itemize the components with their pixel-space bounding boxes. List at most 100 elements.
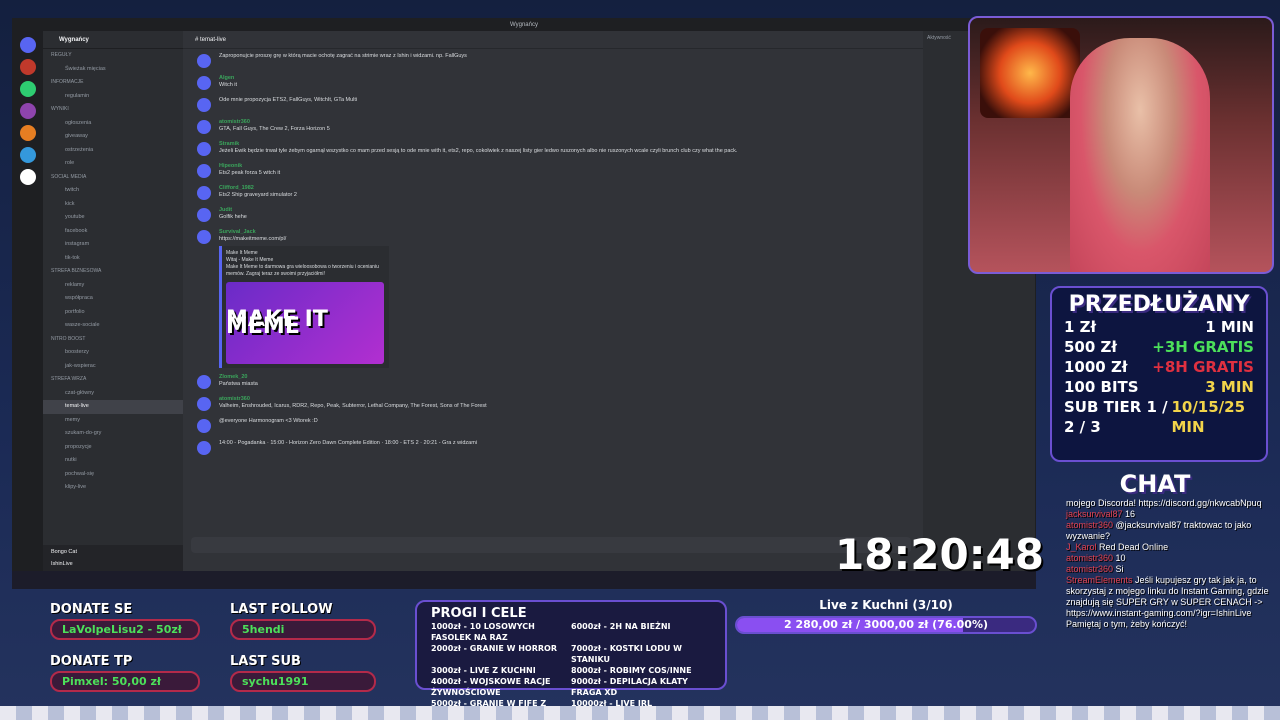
channel-item[interactable]: instagram	[43, 238, 183, 252]
avatar[interactable]	[197, 186, 211, 200]
promo-amount: 1000 Zł	[1064, 358, 1128, 376]
message-text: Zaproponujcie proszę grę w którą macie o…	[219, 53, 467, 59]
channel-category[interactable]: Reguły	[43, 49, 183, 63]
user-name[interactable]: IshinLive	[51, 561, 175, 567]
channel-item[interactable]: ostrzeżenia	[43, 144, 183, 158]
avatar[interactable]	[197, 419, 211, 433]
promo-row: 100 BITS 3 MIN	[1064, 377, 1254, 397]
avatar[interactable]	[197, 441, 211, 455]
channel-category[interactable]: STREFA BIZNESOWA	[43, 265, 183, 279]
message: Algen Witch it	[191, 75, 915, 91]
avatar[interactable]	[197, 142, 211, 156]
promo-amount: SUB TIER 1 / 2 / 3	[1064, 398, 1168, 436]
channel-item[interactable]: kick	[43, 198, 183, 212]
avatar[interactable]	[197, 98, 211, 112]
message-text: Ets2 Ship graveyard simulator 2	[219, 192, 297, 198]
channel-item[interactable]: facebook	[43, 225, 183, 239]
message-text: @everyone Harmonogram <3 Wtorek :D	[219, 418, 318, 424]
channel-item[interactable]: ogłoszenia	[43, 117, 183, 131]
server-icon[interactable]	[20, 125, 36, 141]
server-icon[interactable]	[20, 103, 36, 119]
channel-item[interactable]: temat-live	[43, 400, 183, 414]
message-text: GTA, Fall Guys, The Crew 2, Forza Horizo…	[219, 126, 330, 132]
chat-username: atomistr360	[1066, 564, 1114, 574]
channel-item[interactable]: klipy-live	[43, 481, 183, 495]
embed-image[interactable]: MAKE IT MEME	[226, 282, 384, 364]
channel-category[interactable]: SOCIAL MEDIA	[43, 171, 183, 185]
server-icon[interactable]	[20, 37, 36, 53]
avatar[interactable]	[197, 54, 211, 68]
message-input[interactable]	[191, 537, 911, 553]
message-author[interactable]: atomistr360	[219, 396, 915, 403]
embed-title[interactable]: Witaj - Make It Meme	[226, 257, 385, 264]
channel-item[interactable]: współpraca	[43, 292, 183, 306]
channel-item[interactable]: czat-główny	[43, 387, 183, 401]
channel-item[interactable]: jak-wspierac	[43, 360, 183, 374]
server-list	[13, 31, 43, 577]
embed-desc: Make It Meme to darmowa gra wieloosobowa…	[226, 264, 379, 277]
message-text: Ode mnie propozycja ETS2, FallGuys, Witc…	[219, 97, 358, 103]
message-author[interactable]: Zlomek_20	[219, 374, 915, 381]
channel-item[interactable]: role	[43, 157, 183, 171]
channel-item[interactable]: twitch	[43, 184, 183, 198]
channel-item[interactable]: szukam-do-gry	[43, 427, 183, 441]
link-embed: Make It Meme Witaj - Make It Meme Make It …	[219, 246, 389, 368]
live-goal-title: Live z Kuchni (3/10)	[819, 598, 953, 612]
promo-reward: 3 MIN	[1205, 378, 1254, 396]
channel-item[interactable]: Świeżak mięcias	[43, 63, 183, 77]
server-icon[interactable]	[20, 147, 36, 163]
message: Zaproponujcie proszę grę w którą macie o…	[191, 53, 915, 69]
avatar[interactable]	[197, 208, 211, 222]
channel-item[interactable]: tik-tok	[43, 252, 183, 266]
server-name[interactable]: Wygnańcy	[43, 31, 183, 49]
channel-category[interactable]: INFORMACJE	[43, 76, 183, 90]
message-author[interactable]: atomistr360	[219, 119, 915, 126]
last-follow-title: LAST FOLLOW	[230, 602, 333, 617]
chat-username: J_Karol	[1066, 542, 1097, 552]
channel-item[interactable]: boosterzy	[43, 346, 183, 360]
channel-item[interactable]: portfolio	[43, 306, 183, 320]
avatar[interactable]	[197, 397, 211, 411]
chat-message: atomistr360 @jacksurvival87 traktowac to…	[1040, 520, 1270, 542]
channel-item[interactable]: giveaway	[43, 130, 183, 144]
message-text: Ets2 peak forza 5 witch it	[219, 170, 281, 176]
message-author[interactable]: Survival_Jack	[219, 229, 915, 236]
channel-item[interactable]: regulamin	[43, 90, 183, 104]
promo-amount: 500 Zł	[1064, 338, 1117, 356]
channel-item[interactable]: reklamy	[43, 279, 183, 293]
message-text: https://makeitmeme.com/pl/	[219, 236, 287, 242]
goal-item: 3000zł - LIVE Z KUCHNI	[431, 666, 536, 675]
promo-reward: 1 MIN	[1205, 318, 1254, 336]
goal-item: 1000zł - 10 LOSOWYCH FASOLEK NA RAZ	[431, 622, 535, 642]
live-goal: Live z Kuchni (3/10) 2 280,00 zł / 3000,…	[735, 598, 1037, 638]
server-icon[interactable]	[20, 81, 36, 97]
avatar[interactable]	[197, 120, 211, 134]
chat-message: mojego Discorda! https://discord.gg/nkwc…	[1040, 498, 1270, 509]
goal-item: 6000zł - 2H NA BIEŻNI	[571, 622, 671, 631]
channel-category[interactable]: NITRO BOOST	[43, 333, 183, 347]
server-icon[interactable]	[20, 169, 36, 185]
message-author[interactable]: Judit	[219, 207, 915, 214]
server-icon[interactable]	[20, 59, 36, 75]
channel-item[interactable]: memy	[43, 414, 183, 428]
channel-category[interactable]: WYNIKI	[43, 103, 183, 117]
fireplace-image	[980, 28, 1080, 118]
avatar[interactable]	[197, 230, 211, 244]
channel-item[interactable]: propozycje	[43, 441, 183, 455]
goals-title: PROGI I CELE	[431, 606, 527, 621]
channel-item[interactable]: nutki	[43, 454, 183, 468]
avatar[interactable]	[197, 375, 211, 389]
channel-item[interactable]: wasze-sociale	[43, 319, 183, 333]
channel-item[interactable]: youtube	[43, 211, 183, 225]
avatar[interactable]	[197, 164, 211, 178]
chat-message: jacksurvival87 16	[1040, 509, 1270, 520]
channel-category[interactable]: STREFA WRZA	[43, 373, 183, 387]
message-author[interactable]: Hipeonik	[219, 163, 915, 170]
avatar[interactable]	[197, 76, 211, 90]
message-author[interactable]: Clifford_1982	[219, 185, 915, 192]
channel-item[interactable]: pochwal-się	[43, 468, 183, 482]
chat-message: atomistr360 10	[1040, 553, 1270, 564]
streamer-image	[1070, 38, 1210, 272]
message-author[interactable]: Stramik	[219, 141, 915, 148]
message-author[interactable]: Algen	[219, 75, 915, 82]
